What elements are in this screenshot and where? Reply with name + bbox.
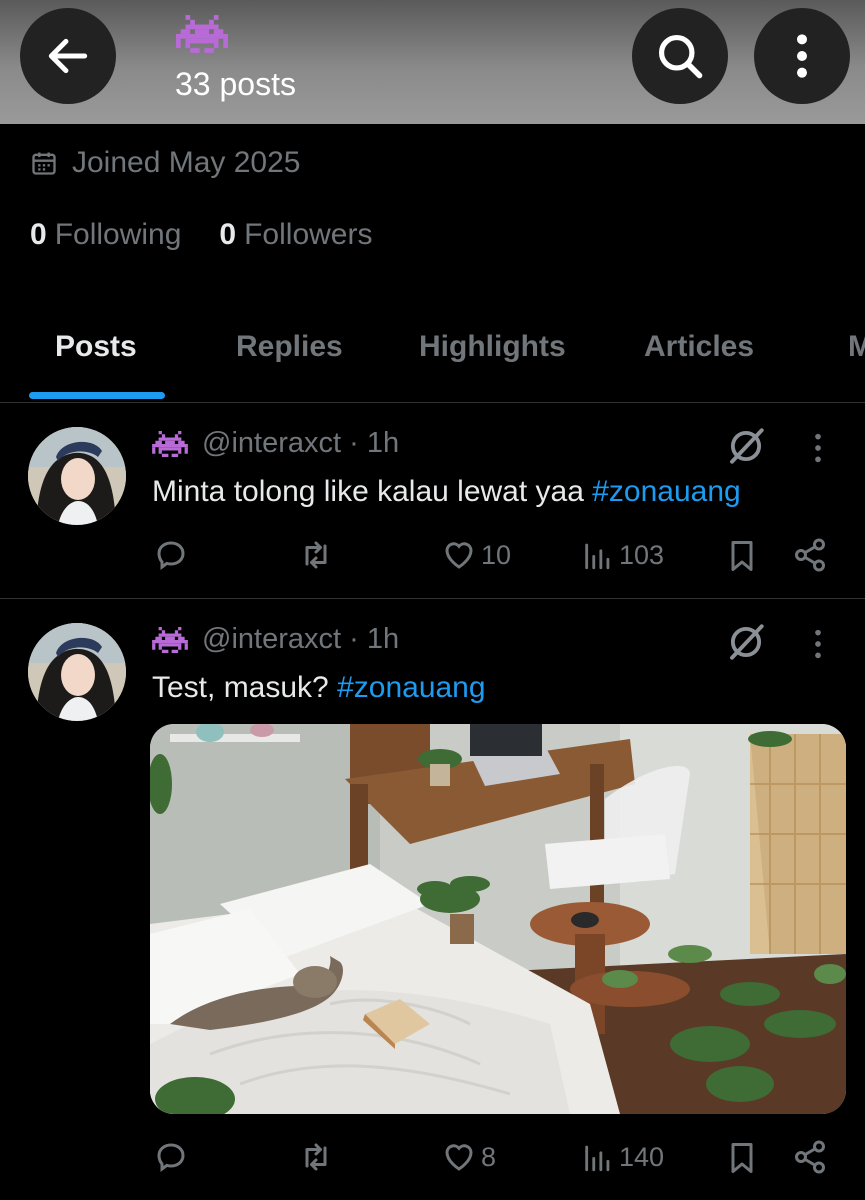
back-button[interactable] bbox=[20, 8, 116, 104]
joined-date: Joined May 2025 bbox=[30, 146, 301, 180]
post-item[interactable]: @interaxct · 1h Minta tolong like kalau … bbox=[0, 403, 865, 599]
bedroom-photo bbox=[150, 724, 846, 1114]
tab-highlights[interactable]: Highlights bbox=[419, 330, 566, 364]
tab-posts[interactable]: Posts bbox=[55, 330, 137, 364]
views-icon bbox=[585, 543, 610, 570]
views-button[interactable]: 103 bbox=[581, 537, 664, 573]
bookmark-button[interactable] bbox=[727, 537, 757, 575]
top-bar: 33 posts bbox=[0, 0, 865, 124]
follow-stats: 0 Following 0 Followers bbox=[30, 218, 372, 252]
avatar[interactable] bbox=[28, 623, 126, 721]
avatar[interactable] bbox=[28, 427, 126, 525]
post-actions: 10 103 bbox=[0, 537, 865, 577]
bookmark-icon bbox=[731, 541, 753, 571]
views-button[interactable]: 140 bbox=[581, 1139, 664, 1175]
tab-replies[interactable]: Replies bbox=[236, 330, 343, 364]
post-handle[interactable]: @interaxct bbox=[202, 427, 341, 460]
more-options-button[interactable] bbox=[754, 8, 850, 104]
following-link[interactable]: 0 Following bbox=[30, 218, 181, 252]
search-icon bbox=[658, 34, 703, 79]
hashtag-link[interactable]: #zonauang bbox=[592, 475, 740, 508]
following-count: 0 bbox=[30, 218, 47, 251]
share-button[interactable] bbox=[792, 1139, 828, 1175]
repost-button[interactable] bbox=[297, 1139, 335, 1175]
views-icon bbox=[585, 1145, 610, 1172]
post-actions: 8 140 bbox=[0, 1139, 865, 1179]
share-icon bbox=[795, 1140, 825, 1174]
more-vertical-icon[interactable] bbox=[812, 627, 824, 661]
repost-button[interactable] bbox=[297, 537, 335, 573]
post-handle[interactable]: @interaxct bbox=[202, 623, 341, 656]
share-button[interactable] bbox=[792, 537, 828, 573]
share-icon bbox=[795, 538, 825, 572]
more-vertical-icon bbox=[797, 34, 807, 78]
like-count: 10 bbox=[481, 539, 512, 570]
post-item[interactable]: @interaxct · 1h Test, masuk? #zonauang 8… bbox=[0, 599, 865, 1200]
view-count: 103 bbox=[619, 539, 665, 570]
avatar-photo bbox=[28, 427, 126, 525]
avatar-photo bbox=[28, 623, 126, 721]
repost-icon bbox=[305, 541, 327, 569]
more-vertical-icon[interactable] bbox=[812, 431, 824, 465]
post-meta: @interaxct · 1h bbox=[152, 427, 399, 460]
like-button[interactable]: 10 bbox=[441, 537, 511, 573]
tab-media[interactable]: M bbox=[848, 330, 865, 364]
reply-button[interactable] bbox=[153, 1139, 189, 1175]
post-image[interactable] bbox=[150, 724, 846, 1114]
like-count: 8 bbox=[481, 1141, 497, 1172]
reply-icon bbox=[157, 541, 185, 570]
bookmark-button[interactable] bbox=[727, 1139, 757, 1177]
post-text: Test, masuk? #zonauang bbox=[152, 671, 486, 705]
active-tab-indicator bbox=[29, 392, 165, 399]
profile-tabs: Posts Replies Highlights Articles M bbox=[0, 320, 865, 403]
like-button[interactable]: 8 bbox=[441, 1139, 496, 1175]
reply-icon bbox=[157, 1143, 185, 1172]
followers-count: 0 bbox=[219, 218, 237, 251]
tab-articles[interactable]: Articles bbox=[644, 330, 754, 364]
arrow-left-icon bbox=[48, 38, 88, 74]
repost-icon bbox=[305, 1143, 327, 1171]
reply-button[interactable] bbox=[153, 537, 189, 573]
post-text: Minta tolong like kalau lewat yaa #zonau… bbox=[152, 475, 741, 509]
grok-icon[interactable] bbox=[725, 425, 767, 467]
calendar-icon bbox=[32, 152, 56, 175]
following-label: Following bbox=[54, 218, 182, 251]
followers-label: Followers bbox=[244, 218, 373, 251]
post-body: Test, masuk? bbox=[152, 671, 338, 704]
hashtag-link[interactable]: #zonauang bbox=[337, 671, 485, 704]
posts-count: 33 posts bbox=[175, 66, 296, 102]
space-invader-icon bbox=[152, 430, 188, 457]
followers-link[interactable]: 0 Followers bbox=[219, 218, 372, 252]
view-count: 140 bbox=[619, 1141, 665, 1172]
bookmark-icon bbox=[731, 1143, 753, 1173]
joined-text: Joined May 2025 bbox=[72, 146, 301, 179]
meta-separator: · bbox=[341, 427, 367, 459]
space-invader-icon bbox=[176, 15, 228, 53]
grok-icon[interactable] bbox=[725, 621, 767, 663]
search-button[interactable] bbox=[632, 8, 728, 104]
post-time[interactable]: 1h bbox=[367, 427, 399, 460]
meta-separator: · bbox=[341, 623, 367, 655]
post-body: Minta tolong like kalau lewat yaa bbox=[152, 475, 593, 508]
post-time[interactable]: 1h bbox=[367, 623, 399, 656]
heart-icon bbox=[445, 1144, 473, 1171]
heart-icon bbox=[445, 542, 473, 569]
post-meta: @interaxct · 1h bbox=[152, 623, 399, 656]
space-invader-icon bbox=[152, 626, 188, 653]
